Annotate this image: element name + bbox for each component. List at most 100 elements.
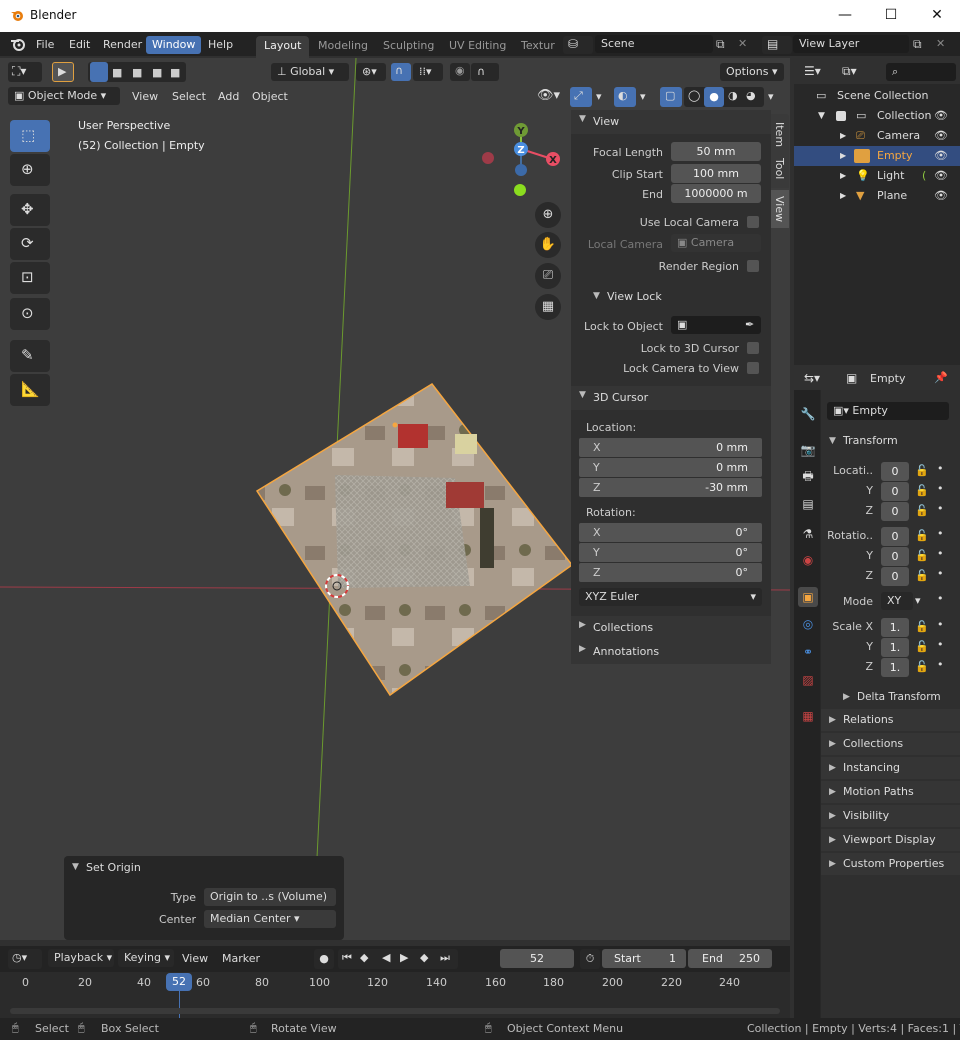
3d-cursor-section-header[interactable]: ▼ 3D Cursor [571, 386, 771, 410]
collections-section-header[interactable]: ▶ Collections [571, 616, 771, 640]
keyframe-dot-icon[interactable]: • [937, 638, 944, 651]
instancing-section-header[interactable]: ▶ Instancing [821, 757, 960, 779]
eye-icon[interactable]: 👁 [934, 126, 948, 146]
clip-end-field[interactable]: 1000000 m [671, 184, 761, 203]
world-tab-icon[interactable]: ◉ [798, 550, 818, 570]
outliner-search-input[interactable]: ⌕ [886, 63, 956, 81]
menu-window[interactable]: Window [146, 36, 202, 54]
eye-icon[interactable]: 👁 [934, 146, 948, 166]
keyframe-dot-icon[interactable]: • [937, 567, 944, 580]
transform-tool[interactable]: ⊙ [10, 298, 50, 330]
keyframe-dot-icon[interactable]: • [937, 592, 944, 605]
tab-layout[interactable]: Layout [256, 36, 310, 58]
prev-keyframe-icon[interactable]: ◆ [360, 951, 368, 964]
lock-icon[interactable]: 🔓 [915, 464, 929, 477]
keyframe-dot-icon[interactable]: • [937, 547, 944, 560]
minimize-button[interactable]: — [822, 0, 868, 32]
jump-end-icon[interactable]: ⏭ [440, 951, 450, 965]
keying-menu[interactable]: Keying ▾ [118, 949, 174, 967]
rotation-z-field[interactable]: 0 [881, 567, 909, 586]
lock-icon[interactable]: 🔓 [915, 504, 929, 517]
viewport-display-section-header[interactable]: ▶ Viewport Display [821, 829, 960, 851]
visibility-section-header[interactable]: ▶ Visibility [821, 805, 960, 827]
origin-center-dropdown[interactable]: Median Center ▾ [204, 910, 336, 928]
lock-icon[interactable]: 🔓 [915, 660, 929, 673]
blender-menu-icon[interactable] [10, 37, 26, 51]
annotate-tool[interactable]: ✎ [10, 340, 50, 372]
object-tab-icon[interactable]: ▣ [798, 587, 818, 607]
menu-edit[interactable]: Edit [63, 36, 96, 54]
select-box-tool[interactable]: ⬚ [10, 120, 50, 152]
start-frame-field[interactable]: Start 1 [602, 949, 686, 968]
annotations-section-header[interactable]: ▶ Annotations [571, 640, 771, 664]
duplicate-scene-icon[interactable]: ⧉ [716, 37, 725, 52]
view-layer-tab-icon[interactable]: ▤ [798, 494, 818, 514]
view-section-header[interactable]: ▼ View [571, 110, 771, 134]
cursor-location-x-field[interactable]: X0 mm [579, 438, 762, 457]
checkbox-icon[interactable] [836, 111, 846, 121]
scale-x-field[interactable]: 1. [881, 618, 909, 637]
rotation-mode-field[interactable]: XY [881, 592, 913, 610]
timeline-editor-type-button[interactable]: ◷▾ [8, 949, 42, 969]
pin-icon[interactable]: 📌 [934, 371, 948, 384]
outliner-item-camera[interactable]: ▶ ⎚ Camera 👁 [794, 126, 960, 146]
jump-start-icon[interactable]: ⏮ [342, 951, 352, 965]
play-reverse-icon[interactable]: ◀ [382, 951, 390, 964]
location-z-field[interactable]: 0 [881, 502, 909, 521]
eye-icon[interactable]: 👁 [934, 166, 948, 186]
properties-editor-icon[interactable]: ⇆▾ [804, 371, 820, 385]
next-keyframe-icon[interactable]: ◆ [420, 951, 428, 964]
lock-camera-to-view-checkbox[interactable] [747, 362, 759, 374]
rotation-x-field[interactable]: 0 [881, 527, 909, 546]
delta-transform-subheader[interactable]: ▶ Delta Transform [821, 686, 960, 708]
delete-view-layer-icon[interactable]: ✕ [936, 37, 945, 50]
relations-section-header[interactable]: ▶ Relations [821, 709, 960, 731]
eyedropper-icon[interactable]: ✒ [745, 316, 754, 334]
outliner-item-light[interactable]: ▶ 💡 Light(👁 [794, 166, 960, 186]
motion-paths-section-header[interactable]: ▶ Motion Paths [821, 781, 960, 803]
lock-icon[interactable]: 🔓 [915, 484, 929, 497]
view-layer-field[interactable]: View Layer [793, 35, 909, 53]
tab-uv-editing[interactable]: UV Editing [441, 36, 514, 58]
tab-texture[interactable]: Textur [513, 36, 555, 58]
rotate-tool[interactable]: ⟳ [10, 228, 50, 260]
keyframe-dot-icon[interactable]: • [937, 527, 944, 540]
location-y-field[interactable]: 0 [881, 482, 909, 501]
playback-menu[interactable]: Playback ▾ [48, 949, 114, 967]
close-button[interactable]: ✕ [914, 0, 960, 32]
move-tool[interactable]: ✥ [10, 194, 50, 226]
view-lock-subheader[interactable]: ▼ View Lock [571, 286, 771, 308]
cursor-location-y-field[interactable]: Y0 mm [579, 458, 762, 477]
keyframe-dot-icon[interactable]: • [937, 618, 944, 631]
scale-tool[interactable]: ⊡ [10, 262, 50, 294]
record-button[interactable]: ● [314, 949, 334, 969]
outliner-collection[interactable]: ▼ ▭ Collection 👁 [794, 106, 960, 126]
scale-y-field[interactable]: 1. [881, 638, 909, 657]
rotation-y-field[interactable]: 0 [881, 547, 909, 566]
texture-tab-icon[interactable]: ▦ [798, 706, 818, 726]
end-frame-field[interactable]: End 250 [688, 949, 772, 968]
delete-scene-icon[interactable]: ✕ [738, 37, 747, 50]
scale-z-field[interactable]: 1. [881, 658, 909, 677]
outliner-editor-icon[interactable]: ☰▾ [804, 64, 821, 78]
display-mode-icon[interactable]: ⧉▾ [842, 64, 857, 79]
object-name-field[interactable]: ▣▾ Empty [827, 402, 949, 420]
view-layer-browse-button[interactable]: ▤ [762, 36, 792, 54]
duplicate-view-layer-icon[interactable]: ⧉ [913, 37, 922, 52]
lock-to-object-field[interactable]: ▣ ✒ [671, 316, 761, 334]
chevron-down-icon[interactable]: ▾ [915, 594, 921, 607]
redo-panel-collapse-icon[interactable]: ▼ [72, 862, 79, 872]
tab-tool[interactable]: Tool [771, 152, 789, 188]
timeline-view-menu[interactable]: View [176, 950, 214, 968]
lock-icon[interactable]: 🔓 [915, 549, 929, 562]
outliner-scene-collection[interactable]: ▭ Scene Collection [794, 86, 960, 106]
lock-icon[interactable]: 🔓 [915, 529, 929, 542]
render-region-checkbox[interactable] [747, 260, 759, 272]
lock-icon[interactable]: 🔓 [915, 640, 929, 653]
cursor-location-z-field[interactable]: Z -30 mm [579, 478, 762, 497]
tab-view[interactable]: View [771, 190, 789, 228]
play-icon[interactable]: ▶ [400, 951, 408, 964]
perspective-grid-icon[interactable]: ▦ [535, 294, 561, 320]
lock-icon[interactable]: 🔓 [915, 569, 929, 582]
physics-tab-icon[interactable]: ◎ [798, 614, 818, 634]
